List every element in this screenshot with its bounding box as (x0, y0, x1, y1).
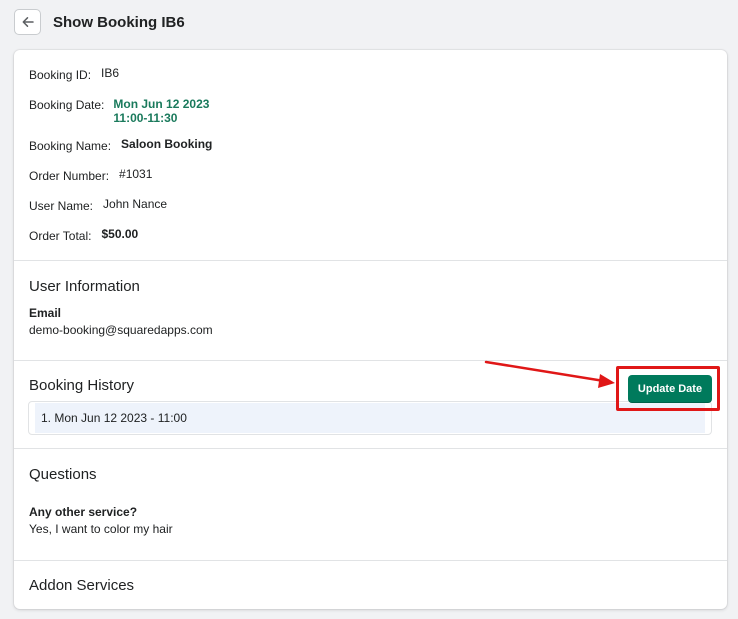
question-answer: Yes, I want to color my hair (29, 522, 173, 536)
booking-id-value: IB6 (101, 66, 120, 80)
booking-history-title: Booking History (29, 377, 135, 394)
back-button[interactable] (14, 9, 41, 35)
addon-services-section: Addon Services (14, 560, 727, 609)
page-title: Show Booking IB6 (53, 13, 185, 31)
order-number-value: #1031 (119, 167, 153, 181)
email-value: demo-booking@squaredapps.com (29, 323, 213, 337)
booking-date-line1: Mon Jun 12 2023 (113, 97, 210, 111)
top-bar: Show Booking IB6 (14, 9, 185, 35)
booking-name-label: Booking Name: (29, 139, 112, 153)
booking-details-section: Booking ID: IB6 Booking Date: Mon Jun 12… (14, 50, 727, 260)
highlight-box: Update Date (616, 366, 720, 411)
order-number-label: Order Number: (29, 169, 110, 183)
user-name-row: User Name: John Nance (29, 197, 168, 213)
list-item: 1. Mon Jun 12 2023 - 11:00 (35, 403, 705, 433)
email-label: Email (29, 306, 62, 320)
booking-date-value: Mon Jun 12 2023 11:00-11:30 (113, 97, 209, 125)
question-label: Any other service? (29, 505, 138, 519)
order-number-row: Order Number: #1031 (29, 167, 153, 183)
order-total-row: Order Total: $50.00 (29, 227, 139, 243)
user-name-value: John Nance (103, 197, 168, 211)
booking-date-line2: 11:00-11:30 (113, 111, 178, 125)
order-total-label: Order Total: (29, 229, 92, 243)
annotation-arrow (484, 360, 615, 388)
booking-card: Booking ID: IB6 Booking Date: Mon Jun 12… (14, 50, 727, 609)
booking-name-value: Saloon Booking (121, 137, 213, 151)
arrow-left-icon (22, 17, 34, 27)
user-information-section: User Information Email demo-booking@squa… (14, 260, 727, 360)
update-date-button[interactable]: Update Date (628, 375, 712, 403)
booking-date-row: Booking Date: Mon Jun 12 2023 11:00-11:3… (29, 97, 209, 125)
user-information-title: User Information (29, 278, 140, 295)
questions-title: Questions (29, 466, 97, 483)
addon-services-title: Addon Services (29, 577, 135, 594)
booking-id-label: Booking ID: (29, 68, 92, 82)
booking-date-label: Booking Date: (29, 98, 105, 112)
booking-history-list: 1. Mon Jun 12 2023 - 11:00 (28, 401, 712, 435)
order-total-value: $50.00 (101, 227, 139, 241)
questions-section: Questions Any other service? Yes, I want… (14, 448, 727, 560)
user-name-label: User Name: (29, 199, 94, 213)
booking-name-row: Booking Name: Saloon Booking (29, 137, 213, 153)
booking-id-row: Booking ID: IB6 (29, 66, 120, 82)
